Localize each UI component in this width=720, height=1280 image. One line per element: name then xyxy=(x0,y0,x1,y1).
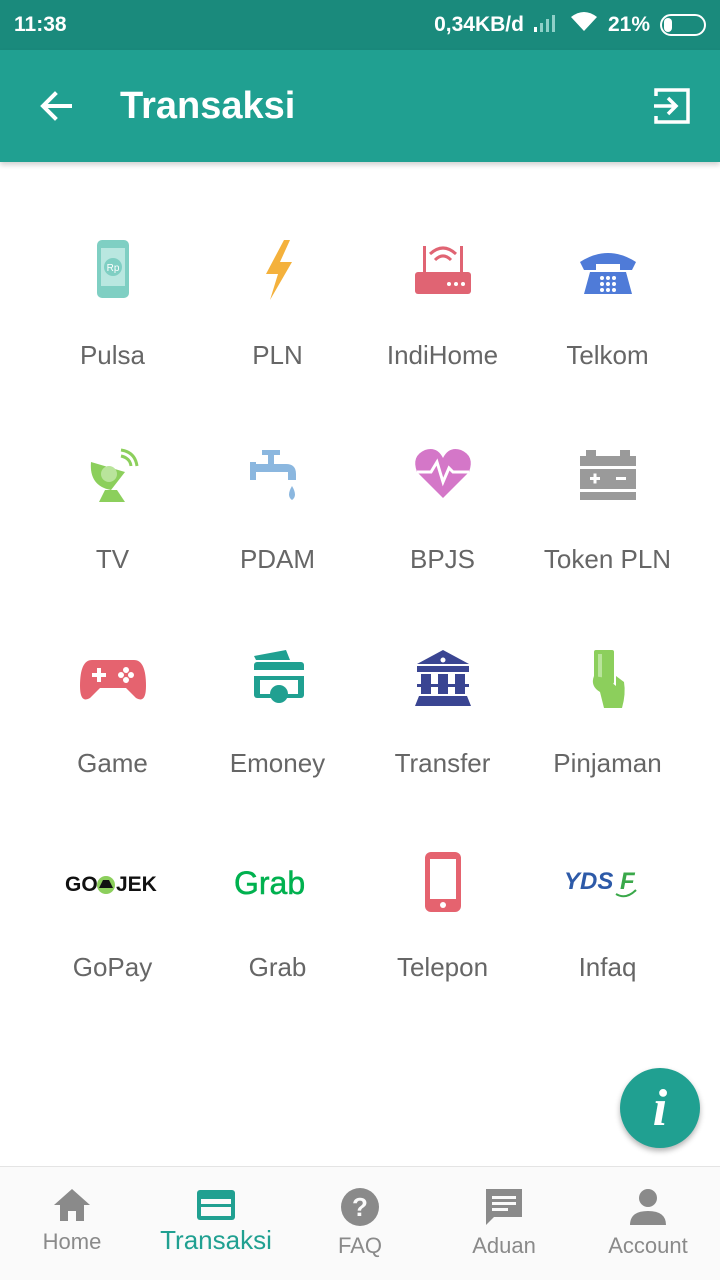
arrow-back-icon xyxy=(40,91,72,121)
svg-text:?: ? xyxy=(352,1192,368,1222)
nav-label: FAQ xyxy=(337,1233,382,1258)
nav-item-transaksi[interactable]: Transaksi xyxy=(144,1167,288,1280)
svg-text:JEK: JEK xyxy=(116,873,157,896)
nav-item-aduan[interactable]: Aduan xyxy=(432,1167,576,1280)
help-icon: ? xyxy=(341,1188,379,1226)
battery-token-icon xyxy=(558,424,658,524)
nav-item-account[interactable]: Account xyxy=(576,1167,720,1280)
gojek-logo: GO JEK xyxy=(63,832,163,932)
menu-item-token-pln[interactable]: Token PLN xyxy=(525,404,690,608)
nav-label: Account xyxy=(608,1233,688,1258)
yds-logo: YDS F xyxy=(558,832,658,932)
menu-item-gopay[interactable]: GO JEK GoPay xyxy=(30,812,195,1016)
exit-button[interactable] xyxy=(624,50,720,162)
menu-label: Pinjaman xyxy=(553,748,662,778)
bottom-navigation: Home Transaksi ? FAQ Aduan Account xyxy=(0,1166,720,1280)
menu-label: Transfer xyxy=(394,748,491,778)
menu-item-emoney[interactable]: Emoney xyxy=(195,608,360,812)
menu-label: Grab xyxy=(248,952,307,982)
grab-logo: Grab xyxy=(228,832,328,932)
menu-label: Emoney xyxy=(229,748,326,778)
back-button[interactable] xyxy=(0,50,112,162)
menu-item-tv[interactable]: TV xyxy=(30,404,195,608)
battery-icon xyxy=(660,14,706,36)
menu-label: Game xyxy=(77,748,148,778)
info-button[interactable]: i xyxy=(620,1068,700,1148)
status-indicators: 0,34KB/d 21% xyxy=(434,11,706,39)
nav-label: Aduan xyxy=(472,1233,536,1258)
menu-label: TV xyxy=(95,544,130,574)
menu-label: Infaq xyxy=(578,952,637,982)
menu-item-game[interactable]: Game xyxy=(30,608,195,812)
transaction-menu-grid: Rp Pulsa PLN IndiHome Telkom TV PDAM BPJ… xyxy=(30,200,690,1016)
svg-text:Rp: Rp xyxy=(106,263,119,274)
menu-label: Token PLN xyxy=(543,544,672,574)
page-title: Transaksi xyxy=(120,84,296,127)
home-icon xyxy=(54,1189,90,1221)
nav-label: Transaksi xyxy=(160,1225,272,1255)
svg-text:YDS: YDS xyxy=(564,868,613,895)
menu-label: PDAM xyxy=(239,544,316,574)
card-icon xyxy=(228,628,328,728)
menu-label: PLN xyxy=(252,340,303,370)
menu-item-telepon[interactable]: Telepon xyxy=(360,812,525,1016)
app-bar: Transaksi xyxy=(0,50,720,162)
wifi-icon xyxy=(570,11,598,39)
menu-item-infaq[interactable]: YDS F Infaq xyxy=(525,812,690,1016)
menu-item-bpjs[interactable]: BPJS xyxy=(360,404,525,608)
bank-icon xyxy=(393,628,493,728)
status-time: 11:38 xyxy=(14,13,67,36)
chat-icon xyxy=(486,1189,522,1225)
phone-pulsa-icon: Rp xyxy=(63,220,163,320)
water-tap-icon xyxy=(228,424,328,524)
router-icon xyxy=(393,220,493,320)
heart-pulse-icon xyxy=(393,424,493,524)
info-icon: i xyxy=(652,1079,668,1137)
svg-text:GO: GO xyxy=(65,873,98,896)
menu-label: GoPay xyxy=(72,952,153,982)
lightning-icon xyxy=(228,220,328,320)
menu-label: IndiHome xyxy=(386,340,499,370)
mobile-phone-icon xyxy=(393,832,493,932)
menu-label: BPJS xyxy=(409,544,476,574)
svg-text:Grab: Grab xyxy=(234,865,305,901)
exit-icon xyxy=(654,88,690,124)
menu-item-indihome[interactable]: IndiHome xyxy=(360,200,525,404)
menu-item-telkom[interactable]: Telkom xyxy=(525,200,690,404)
nav-item-home[interactable]: Home xyxy=(0,1167,144,1280)
menu-item-transfer[interactable]: Transfer xyxy=(360,608,525,812)
hand-card-icon xyxy=(558,628,658,728)
network-speed: 0,34KB/d xyxy=(434,13,524,36)
battery-percent: 21% xyxy=(607,13,650,36)
signal-icon xyxy=(533,12,560,38)
person-icon xyxy=(630,1189,666,1225)
menu-item-grab[interactable]: Grab Grab xyxy=(195,812,360,1016)
menu-label: Telepon xyxy=(396,952,489,982)
menu-item-pinjaman[interactable]: Pinjaman xyxy=(525,608,690,812)
menu-item-pln[interactable]: PLN xyxy=(195,200,360,404)
telephone-icon xyxy=(558,220,658,320)
payment-card-icon xyxy=(197,1190,235,1220)
menu-item-pulsa[interactable]: Rp Pulsa xyxy=(30,200,195,404)
nav-item-faq[interactable]: ? FAQ xyxy=(288,1167,432,1280)
menu-label: Telkom xyxy=(566,340,649,370)
menu-item-pdam[interactable]: PDAM xyxy=(195,404,360,608)
menu-label: Pulsa xyxy=(79,340,146,370)
gamepad-icon xyxy=(63,628,163,728)
satellite-dish-icon xyxy=(63,424,163,524)
nav-label: Home xyxy=(42,1229,102,1254)
status-bar: 11:38 0,34KB/d 21% xyxy=(0,0,720,50)
